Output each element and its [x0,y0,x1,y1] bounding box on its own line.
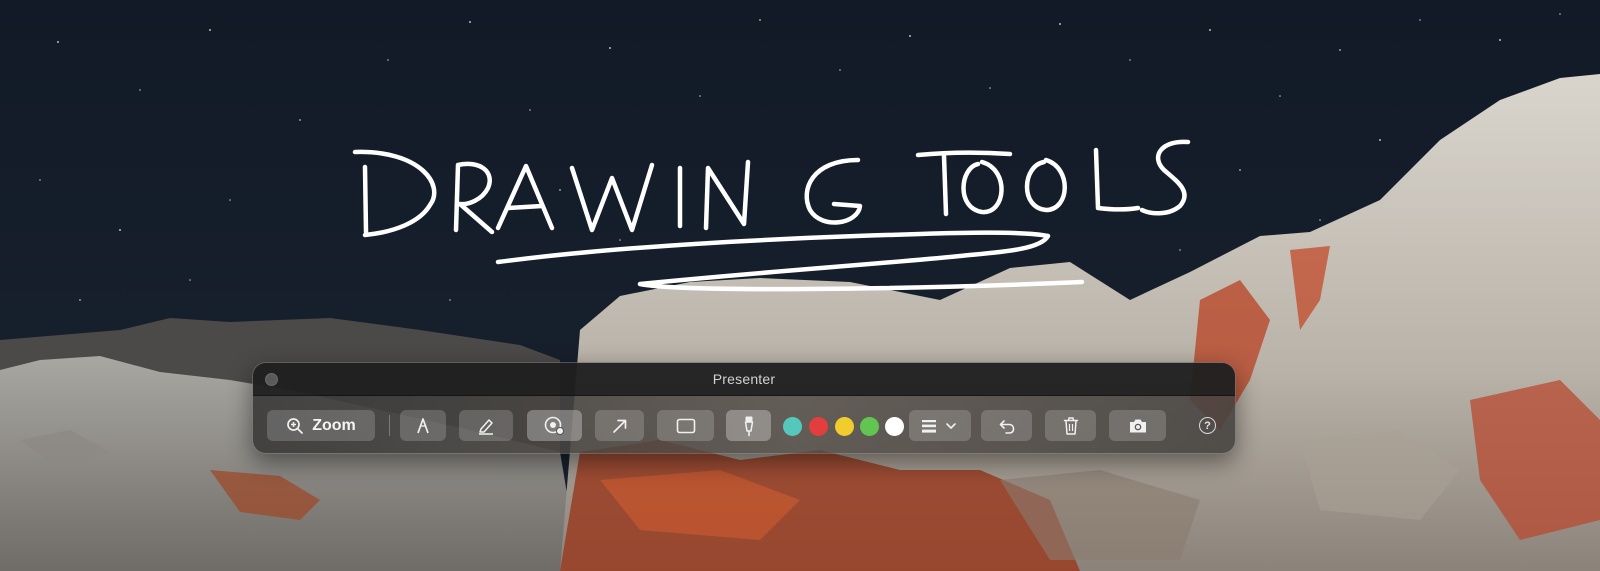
camera-icon [1129,419,1146,432]
arrow-icon [612,419,626,433]
color-swatch-yellow[interactable] [835,417,854,436]
help-label: ? [1204,419,1211,432]
highlighter-icon [479,418,493,435]
help-button[interactable]: ? [1199,417,1216,434]
screenshot-button[interactable] [1109,410,1166,441]
color-swatch-white[interactable] [885,417,904,436]
window-title: Presenter [712,371,776,387]
color-swatch-green[interactable] [860,417,879,436]
highlighter-tool-button[interactable] [459,410,513,441]
spotlight-icon [544,416,564,435]
spotlight-tool-button[interactable] [527,410,582,441]
undo-icon [999,419,1014,434]
undo-button[interactable] [981,410,1032,441]
toolbar-divider [389,415,390,436]
marker-tool-button[interactable] [726,410,771,441]
close-button[interactable] [265,373,278,386]
trash-icon [1063,416,1078,435]
marker-icon [744,416,753,436]
clear-drawings-button[interactable] [1045,410,1096,441]
zoom-in-icon [287,417,304,434]
pen-icon [417,417,429,433]
color-swatch-red[interactable] [809,417,828,436]
chevron-down-icon [946,422,956,429]
zoom-label: Zoom [312,416,356,434]
desktop-wallpaper [0,0,1600,571]
arrow-tool-button[interactable] [595,410,644,441]
color-swatch-teal[interactable] [783,417,802,436]
zoom-button[interactable]: Zoom [267,410,375,441]
presenter-toolbar-window: Presenter Zoom ? [252,362,1236,454]
stroke-width-dropdown[interactable] [909,410,971,441]
title-bar[interactable]: Presenter [253,363,1235,396]
rectangle-icon [676,418,695,433]
pen-tool-button[interactable] [400,410,446,441]
line-weight-icon [922,419,956,433]
rectangle-tool-button[interactable] [657,410,714,441]
tools-row: Zoom ? [253,396,1235,453]
